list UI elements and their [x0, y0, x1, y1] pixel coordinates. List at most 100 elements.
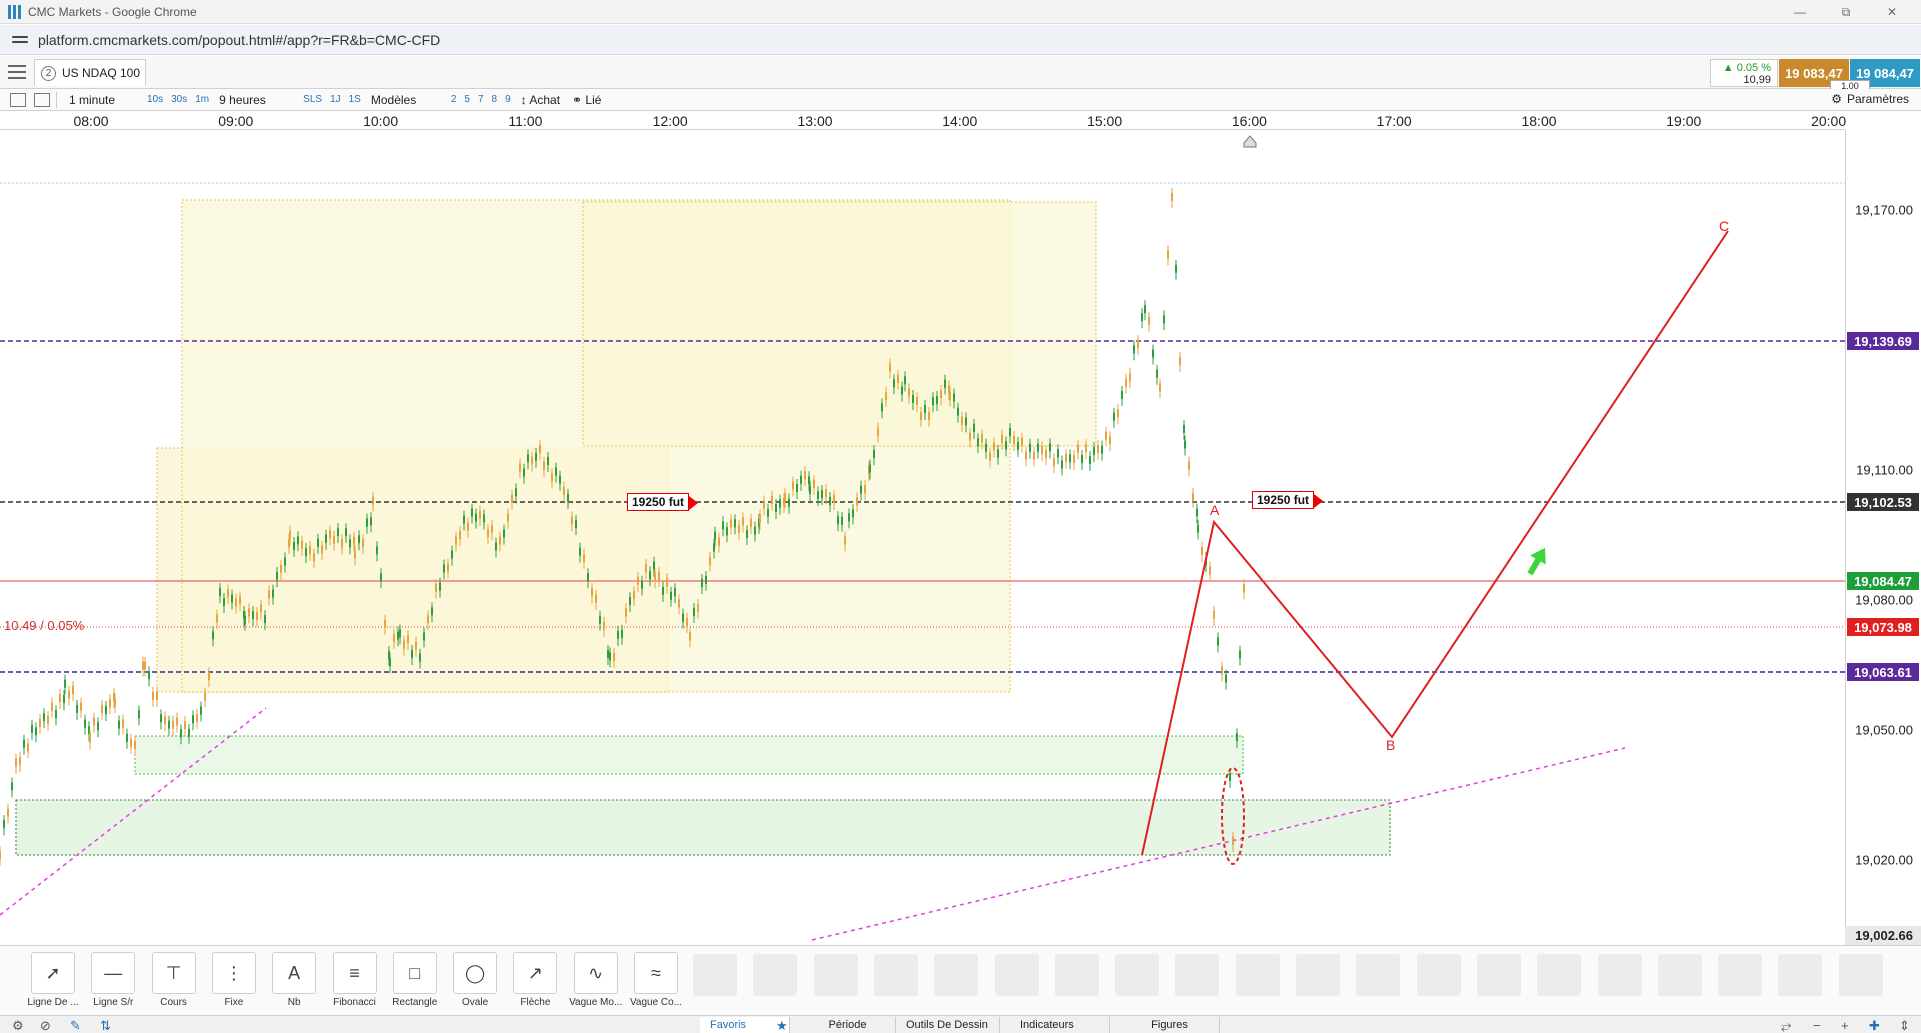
- zoom-out-icon[interactable]: −: [1813, 1018, 1821, 1033]
- linked-toggle[interactable]: ⚭ Lié: [566, 93, 607, 107]
- model-5[interactable]: 5: [460, 94, 474, 105]
- candle-body: [637, 576, 639, 585]
- tool-text[interactable]: A Nb: [265, 952, 323, 1008]
- model-8[interactable]: 8: [488, 94, 502, 105]
- pencil-icon[interactable]: ✎: [70, 1018, 81, 1033]
- url-field[interactable]: platform.cmcmarkets.com/popout.html#/app…: [38, 32, 440, 48]
- empty-tool-slot[interactable]: [1718, 954, 1763, 996]
- empty-tool-slot[interactable]: [1778, 954, 1823, 996]
- empty-tool-slot[interactable]: [1235, 954, 1280, 996]
- empty-tool-slot[interactable]: [1054, 954, 1099, 996]
- empty-tool-slot[interactable]: [1838, 954, 1883, 996]
- site-settings-icon[interactable]: [12, 32, 28, 48]
- chart-canvas[interactable]: [0, 130, 1845, 945]
- tool-trend-line[interactable]: ➚ Ligne De ...: [24, 952, 82, 1008]
- tool-price-line[interactable]: ⊤ Cours: [145, 952, 203, 1008]
- zoom-in-icon[interactable]: +: [1841, 1018, 1849, 1033]
- tool-corrective-wave[interactable]: ≈ Vague Co...: [627, 952, 685, 1008]
- tool-rectangle[interactable]: □ Rectangle: [386, 952, 444, 1008]
- candle-body: [353, 536, 355, 545]
- models-menu[interactable]: Modèles: [365, 93, 447, 107]
- wave-label-b: B: [1386, 737, 1396, 753]
- empty-tool-slot[interactable]: [813, 954, 858, 996]
- layout-icon[interactable]: [34, 92, 50, 107]
- instrument-badge: 2: [41, 65, 56, 81]
- candle-body: [1121, 391, 1123, 400]
- range-select[interactable]: 9 heures: [213, 93, 299, 107]
- candle-body: [821, 490, 823, 499]
- empty-tool-slot[interactable]: [693, 954, 737, 996]
- model-2[interactable]: 2: [447, 94, 461, 105]
- crosshair-icon[interactable]: ✚: [1869, 1018, 1880, 1033]
- future-label-1[interactable]: 19250 fut: [627, 493, 699, 511]
- menu-icon[interactable]: [8, 65, 26, 79]
- tab-period[interactable]: Période: [800, 1017, 896, 1033]
- model-9[interactable]: 9: [501, 94, 515, 105]
- candle-body: [779, 499, 781, 508]
- tool-arrow[interactable]: ↗ Flèche: [506, 952, 564, 1008]
- candle-body: [645, 564, 647, 573]
- empty-tool-slot[interactable]: [934, 954, 979, 996]
- empty-tool-slot[interactable]: [753, 954, 798, 996]
- empty-tool-slot[interactable]: [1537, 954, 1582, 996]
- minimize-icon[interactable]: —: [1777, 0, 1823, 24]
- interval-10s[interactable]: 10s: [143, 94, 167, 105]
- candle-body: [196, 713, 198, 722]
- buy-mode-toggle[interactable]: ↕ Achat: [515, 93, 566, 107]
- empty-tool-slot[interactable]: [1175, 954, 1220, 996]
- model-7[interactable]: 7: [474, 94, 488, 105]
- move-icon[interactable]: ⥂: [1781, 1018, 1791, 1033]
- tool-fibonacci[interactable]: ≡ Fibonacci: [326, 952, 384, 1008]
- empty-tool-slot[interactable]: [873, 954, 918, 996]
- empty-tool-slot[interactable]: [1296, 954, 1340, 996]
- tool-fixed-line[interactable]: ⋮ Fixe: [205, 952, 263, 1008]
- range-sls[interactable]: SLS: [299, 94, 326, 105]
- range-1s[interactable]: 1S: [345, 94, 365, 105]
- tool-ellipse[interactable]: ◯ Ovale: [446, 952, 504, 1008]
- candle-body: [35, 727, 37, 736]
- candle-body: [39, 718, 41, 727]
- tab-indicators[interactable]: Indicateurs: [1010, 1017, 1110, 1033]
- candle-body: [901, 386, 903, 395]
- close-icon[interactable]: ✕: [1869, 0, 1915, 24]
- interval-30s[interactable]: 30s: [167, 94, 191, 105]
- tool-sr-line[interactable]: — Ligne S/r: [84, 952, 142, 1008]
- empty-tool-slot[interactable]: [1416, 954, 1461, 996]
- candle-body: [280, 564, 282, 573]
- candle-body: [539, 445, 541, 454]
- empty-tool-slot[interactable]: [994, 954, 1039, 996]
- candle-body: [1144, 305, 1146, 314]
- clear-icon[interactable]: ⊘: [40, 1018, 51, 1033]
- chart-type-icon[interactable]: [10, 92, 26, 107]
- candle-body: [483, 514, 485, 523]
- candle-body: [1109, 436, 1111, 445]
- fit-icon[interactable]: ⇕: [1899, 1018, 1910, 1033]
- candle-body: [869, 464, 871, 473]
- range-1j[interactable]: 1J: [326, 94, 345, 105]
- empty-tool-slot[interactable]: [1356, 954, 1401, 996]
- swap-icon[interactable]: ⇅: [100, 1018, 111, 1033]
- candle-body: [881, 403, 883, 412]
- price-axis[interactable]: 19,170.00 19,110.00 19,080.00 19,050.00 19,0…: [1845, 130, 1921, 945]
- settings-button[interactable]: ⚙ Paramètres: [1831, 92, 1909, 106]
- interval-1m[interactable]: 1m: [191, 94, 213, 105]
- empty-tool-slot[interactable]: [1657, 954, 1702, 996]
- restore-icon[interactable]: ⧉: [1823, 0, 1869, 24]
- empty-tool-slot[interactable]: [1597, 954, 1642, 996]
- interval-select[interactable]: 1 minute: [63, 93, 143, 107]
- candle-body: [893, 379, 895, 388]
- star-icon[interactable]: ★: [776, 1018, 788, 1033]
- candle-body: [447, 563, 449, 572]
- price-chart[interactable]: 19250 fut 19250 fut 10.49 / 0.05% A B C: [0, 130, 1845, 945]
- candle-body: [973, 423, 975, 432]
- instrument-tab[interactable]: 2 US NDAQ 100: [34, 59, 146, 86]
- settings-small-icon[interactable]: ⚙: [12, 1018, 24, 1033]
- tab-figures[interactable]: Figures: [1120, 1017, 1220, 1033]
- tab-drawing-tools[interactable]: Outils De Dessin: [896, 1017, 1000, 1033]
- fibonacci-icon: ≡: [332, 952, 377, 994]
- tool-wave[interactable]: ∿ Vague Mo...: [567, 952, 625, 1008]
- empty-tool-slot[interactable]: [1476, 954, 1521, 996]
- candle-body: [1167, 250, 1169, 259]
- empty-tool-slot[interactable]: [1115, 954, 1160, 996]
- future-label-2[interactable]: 19250 fut: [1252, 491, 1324, 509]
